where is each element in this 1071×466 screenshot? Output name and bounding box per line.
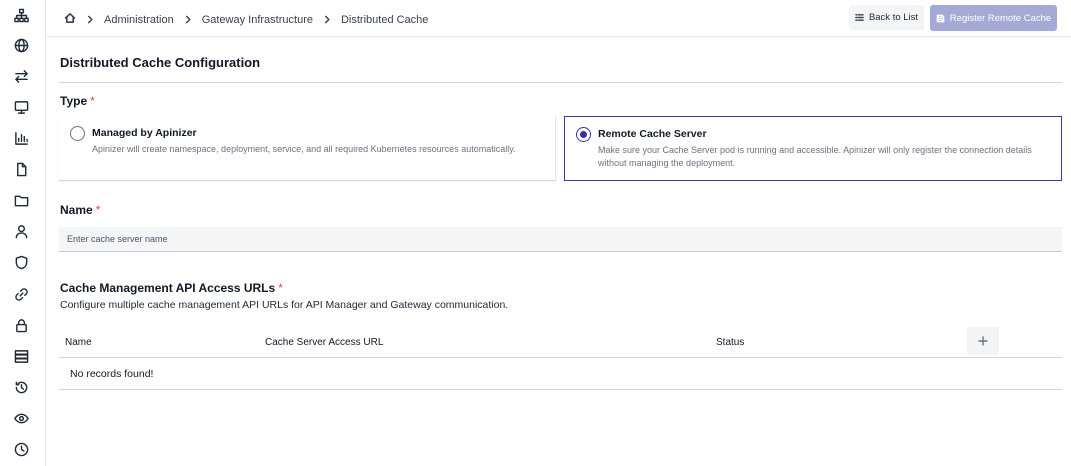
option-managed-by-apinizer[interactable]: Managed by Apinizer Apinizer will create… bbox=[59, 116, 556, 181]
breadcrumb: Administration Gateway Infrastructure Di… bbox=[64, 12, 428, 27]
radio-managed-by-apinizer[interactable] bbox=[70, 126, 85, 141]
option-title: Managed by Apinizer bbox=[92, 127, 197, 139]
register-remote-cache-button[interactable]: Register Remote Cache bbox=[930, 5, 1057, 31]
monitor-icon[interactable] bbox=[13, 99, 29, 115]
plus-icon bbox=[978, 336, 988, 346]
urls-label-text: Cache Management API Access URLs bbox=[60, 281, 276, 295]
name-input[interactable] bbox=[59, 227, 1062, 252]
option-description: Apinizer will create namespace, deployme… bbox=[92, 144, 516, 154]
type-label-text: Type bbox=[60, 94, 88, 108]
column-header-name: Name bbox=[65, 337, 92, 348]
chevron-right-icon bbox=[86, 15, 95, 24]
radio-remote-cache-server[interactable] bbox=[576, 127, 591, 142]
sidebar bbox=[0, 0, 46, 466]
arrows-exchange-icon[interactable] bbox=[13, 68, 29, 84]
sitemap-icon[interactable] bbox=[13, 7, 29, 23]
back-to-list-button[interactable]: Back to List bbox=[849, 5, 924, 30]
urls-label: Cache Management API Access URLs * bbox=[60, 281, 283, 295]
save-icon bbox=[936, 14, 945, 22]
name-label-text: Name bbox=[60, 203, 93, 217]
link-icon[interactable] bbox=[13, 286, 29, 302]
breadcrumb-administration[interactable]: Administration bbox=[104, 14, 174, 26]
column-header-url: Cache Server Access URL bbox=[265, 337, 384, 348]
option-title: Remote Cache Server bbox=[598, 128, 707, 140]
register-remote-cache-label: Register Remote Cache bbox=[949, 12, 1052, 24]
server-list-icon[interactable] bbox=[13, 348, 29, 364]
folder-icon[interactable] bbox=[13, 192, 29, 208]
file-icon[interactable] bbox=[13, 161, 29, 177]
globe-icon[interactable] bbox=[13, 37, 29, 53]
title-divider bbox=[59, 82, 1062, 83]
table-empty-row: No records found! bbox=[59, 358, 1062, 390]
history-icon[interactable] bbox=[13, 379, 29, 395]
bar-chart-icon[interactable] bbox=[13, 130, 29, 146]
chevron-right-icon bbox=[323, 15, 332, 24]
chevron-right-icon bbox=[184, 15, 193, 24]
eye-icon[interactable] bbox=[13, 410, 29, 426]
add-url-button[interactable] bbox=[967, 327, 999, 355]
required-mark: * bbox=[95, 203, 101, 217]
back-to-list-label: Back to List bbox=[868, 12, 919, 23]
option-description: Make sure your Cache Server pod is runni… bbox=[598, 145, 1032, 168]
shield-icon[interactable] bbox=[13, 254, 29, 270]
lock-icon[interactable] bbox=[13, 317, 29, 333]
page-title: Distributed Cache Configuration bbox=[60, 55, 261, 70]
home-icon[interactable] bbox=[64, 12, 76, 27]
option-remote-cache-server[interactable]: Remote Cache Server Make sure your Cache… bbox=[564, 116, 1062, 181]
required-mark: * bbox=[90, 94, 95, 108]
column-header-status: Status bbox=[716, 337, 745, 348]
empty-message: No records found! bbox=[70, 368, 154, 380]
user-icon[interactable] bbox=[13, 223, 29, 239]
breadcrumb-gateway-infrastructure[interactable]: Gateway Infrastructure bbox=[202, 14, 313, 26]
required-mark: * bbox=[278, 281, 283, 295]
name-label: Name * bbox=[60, 203, 100, 217]
table-header: Name Cache Server Access URL Status bbox=[59, 325, 1062, 358]
breadcrumb-distributed-cache: Distributed Cache bbox=[340, 13, 429, 26]
urls-help-text: Configure multiple cache management API … bbox=[60, 299, 509, 311]
type-label: Type * bbox=[60, 94, 95, 108]
list-icon bbox=[855, 14, 864, 21]
top-bar: Administration Gateway Infrastructure Di… bbox=[47, 0, 1071, 37]
clock-icon[interactable] bbox=[13, 441, 29, 457]
